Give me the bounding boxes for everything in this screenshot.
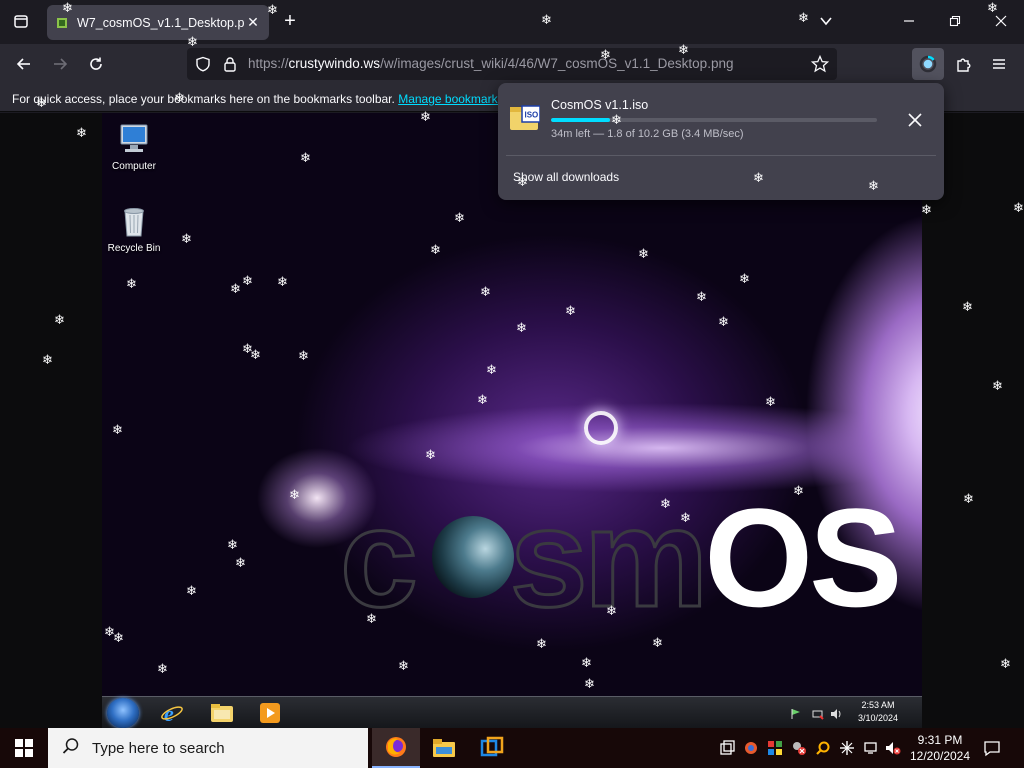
manage-bookmarks-link[interactable]: Manage bookmarks <box>398 92 503 106</box>
minimize-icon[interactable] <box>896 8 922 34</box>
tab-strip: W7_cosmOS_v1.1_Desktop.png ✕ + <box>0 0 1024 44</box>
notification-icon[interactable] <box>980 736 1004 760</box>
computer-icon <box>116 121 152 157</box>
firefox-icon[interactable] <box>372 728 420 768</box>
hamburger-icon[interactable] <box>985 50 1013 78</box>
magnifier-icon[interactable] <box>814 739 832 757</box>
shield-icon[interactable] <box>194 55 212 73</box>
svg-text:ISO: ISO <box>525 111 539 120</box>
win7-taskbar: e 2:53 AM 3/10/2024 <box>102 696 922 728</box>
clock-time: 9:31 PM <box>917 733 963 747</box>
win7-clock: 2:53 AM 3/10/2024 <box>858 699 898 725</box>
navigation-toolbar: https://crustywindo.ws/w/images/crust_wi… <box>0 44 1024 84</box>
volume-muted-icon[interactable] <box>884 739 902 757</box>
sparkle-icon[interactable] <box>838 739 856 757</box>
desktop-icon-label: Computer <box>112 161 156 172</box>
image-viewer: c smOS Computer Recycle Bin e 2:53 AM 3/… <box>0 113 1024 728</box>
system-clock[interactable]: 9:31 PM 12/20/2024 <box>905 732 975 764</box>
app-tray-icon[interactable] <box>742 739 760 757</box>
desktop-icon-computer: Computer <box>102 121 166 172</box>
plus-icon[interactable]: + <box>280 10 300 32</box>
logo-part-dim: c <box>339 479 420 636</box>
glow-ring <box>584 411 618 445</box>
logo-part-dim-2: sm <box>508 479 709 636</box>
recycle-bin-icon <box>116 203 152 239</box>
action-center-flag-icon <box>790 707 802 719</box>
file-explorer-icon[interactable] <box>420 728 468 768</box>
lock-icon[interactable] <box>221 55 239 73</box>
puzzle-icon[interactable] <box>950 50 978 78</box>
cosmos-logo: c smOS <box>339 486 903 629</box>
explorer-folder-icon <box>207 700 237 726</box>
url-scheme: https:// <box>248 56 289 71</box>
desktop-screenshot-image: c smOS Computer Recycle Bin e 2:53 AM 3/… <box>102 113 922 728</box>
tab-title: W7_cosmOS_v1.1_Desktop.png <box>77 15 245 30</box>
restore-icon[interactable] <box>942 8 968 34</box>
virtualbox-icon[interactable] <box>468 728 516 768</box>
image-favicon-icon <box>55 16 69 30</box>
bookmarks-hint: For quick access, place your bookmarks h… <box>12 92 395 106</box>
downloads-panel: ISO CosmOS v1.1.iso 34m left — 1.8 of 10… <box>498 83 944 200</box>
separator <box>506 155 936 156</box>
network-icon <box>812 707 824 720</box>
media-player-icon <box>255 700 285 726</box>
desktop-icon-recycle-bin: Recycle Bin <box>102 203 166 254</box>
star-icon[interactable] <box>809 53 831 75</box>
close-window-icon[interactable] <box>988 8 1014 34</box>
iso-file-icon: ISO <box>510 104 541 132</box>
tab-list-icon[interactable] <box>8 8 34 34</box>
download-progress-fill <box>551 118 610 122</box>
clock-date: 12/20/2024 <box>909 749 971 763</box>
downloads-icon[interactable] <box>912 48 944 80</box>
url-host: crustywindo.ws <box>288 56 381 71</box>
url-path: /w/images/crust_wiki/4/46/W7_cosmOS_v1.1… <box>380 56 734 71</box>
taskbar-search-box[interactable]: Type here to search <box>48 728 368 768</box>
download-progress-bar <box>551 118 877 122</box>
address-bar[interactable]: https://crustywindo.ws/w/images/crust_wi… <box>187 48 837 80</box>
search-icon <box>62 737 80 760</box>
close-tab-icon[interactable]: ✕ <box>245 14 261 31</box>
download-status: 34m left — 1.8 of 10.2 GB (3.4 MB/sec) <box>551 128 744 140</box>
arrow-left-icon[interactable] <box>10 50 38 78</box>
volume-icon <box>830 707 842 719</box>
windows-taskbar: Type here to search 9:31 PM 12/20/2024 <box>0 728 1024 768</box>
task-view-icon[interactable] <box>718 739 736 757</box>
show-all-downloads-button[interactable]: Show all downloads <box>513 170 619 184</box>
store-icon[interactable] <box>766 739 784 757</box>
win7-date: 3/10/2024 <box>857 713 898 723</box>
search-placeholder: Type here to search <box>92 739 225 757</box>
windows-logo-icon[interactable] <box>0 728 48 768</box>
desktop-icon-label: Recycle Bin <box>107 243 161 254</box>
network-icon[interactable] <box>862 739 880 757</box>
chevron-down-icon[interactable] <box>816 10 836 32</box>
arrow-right-icon[interactable] <box>46 50 74 78</box>
security-alert-icon[interactable] <box>790 739 808 757</box>
logo-part-bright: OS <box>704 479 902 636</box>
cancel-download-icon[interactable] <box>903 108 927 132</box>
download-file-name[interactable]: CosmOS v1.1.iso <box>551 98 648 112</box>
win7-start-orb-icon <box>107 698 139 728</box>
reload-icon[interactable] <box>82 50 110 78</box>
browser-tab[interactable]: W7_cosmOS_v1.1_Desktop.png ✕ <box>47 5 269 40</box>
url-text[interactable]: https://crustywindo.ws/w/images/crust_wi… <box>248 56 733 71</box>
internet-explorer-icon: e <box>157 700 187 726</box>
win7-time: 2:53 AM <box>861 700 895 710</box>
